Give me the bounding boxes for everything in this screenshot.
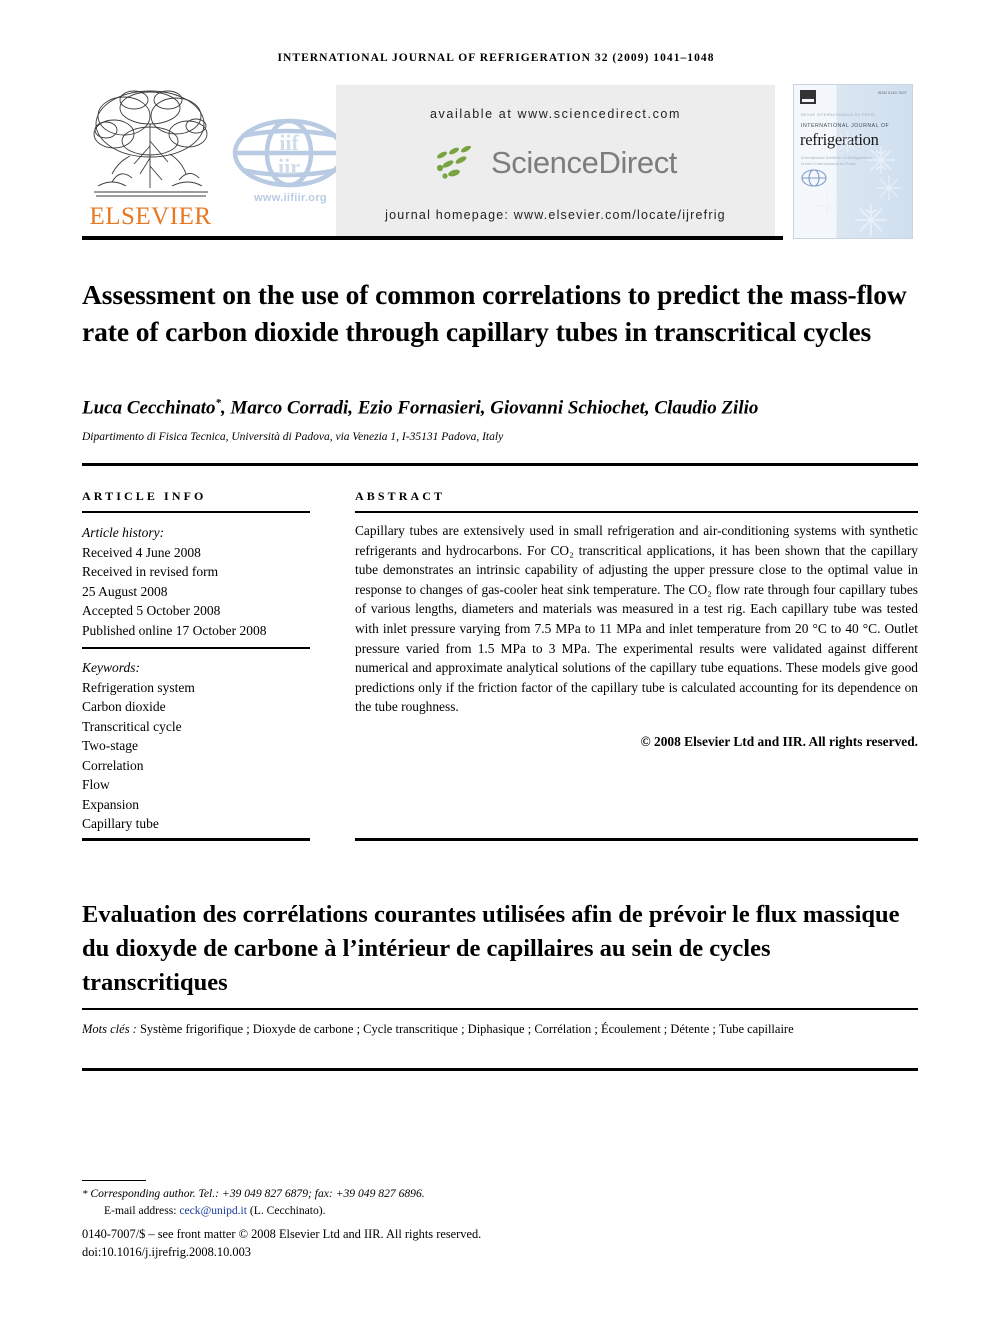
author-list: Luca Cecchinato*, Marco Corradi, Ezio Fo… — [82, 397, 918, 419]
other-authors: , Marco Corradi, Ezio Fornasieri, Giovan… — [221, 397, 759, 419]
elsevier-logo: ELSEVIER — [82, 86, 222, 238]
doi-line[interactable]: doi:10.1016/j.ijrefrig.2008.10.003 — [82, 1244, 782, 1262]
french-keywords-label: Mots clés : — [82, 1022, 140, 1036]
rule-under-authors — [82, 463, 918, 466]
abstract-body: Capillary tubes are extensively used in … — [355, 523, 918, 715]
rule-below-french-keywords — [82, 1068, 918, 1071]
keyword-item: Correlation — [82, 757, 144, 773]
corresponding-author-note: * Corresponding author. Tel.: +39 049 82… — [82, 1186, 682, 1203]
svg-text:iif: iif — [279, 130, 299, 155]
journal-cover-thumbnail: ISSN 0140-7007 REVUE INTERNATIONALE DU F… — [793, 84, 913, 239]
keyword-item: Two-stage — [82, 738, 139, 753]
history-item: Received in revised form — [82, 564, 219, 579]
cover-supertitle: INTERNATIONAL JOURNAL OF — [801, 123, 890, 129]
iifiir-logo: iif iir www.iifiir.org — [232, 114, 352, 219]
rule-under-keywords — [82, 838, 310, 841]
cover-elsevier-icon — [800, 90, 816, 104]
available-at-text: available at www.sciencedirect.com — [429, 107, 681, 121]
article-info-heading: ARTICLE INFO — [82, 489, 207, 503]
iifiir-url[interactable]: www.iifiir.org — [232, 192, 349, 204]
snowflake-icon — [876, 175, 902, 201]
keywords-label: Keywords: — [82, 660, 140, 675]
snowflake-icon — [867, 146, 895, 174]
history-item: Received 4 June 2008 — [82, 544, 201, 560]
rule-above-french-keywords — [82, 1008, 918, 1010]
cover-institute-lines: International Institute of Refrigeration… — [801, 156, 872, 166]
email-label: E-mail address: — [104, 1203, 180, 1217]
cover-issn: ISSN 0140-7007 — [877, 91, 907, 95]
email-line: E-mail address: ceck@unipd.it (L. Cecchi… — [82, 1203, 682, 1220]
footnote-marker: * — [82, 1188, 88, 1200]
corresponding-author-text: Corresponding author. Tel.: +39 049 827 … — [90, 1187, 425, 1200]
rule-abstract-heading — [355, 511, 918, 514]
front-matter-block: 0140-7007/$ – see front matter © 2008 El… — [82, 1226, 782, 1261]
svg-text:iir: iir — [278, 154, 300, 179]
snowflake-icon — [814, 193, 840, 219]
footnote-block: * Corresponding author. Tel.: +39 049 82… — [82, 1186, 682, 1219]
corresponding-author-name: Luca Cecchinato — [82, 397, 216, 419]
article-history: Article history: Received 4 June 2008 Re… — [82, 523, 322, 640]
history-item: 25 August 2008 — [82, 583, 168, 599]
rule-under-history — [82, 647, 310, 649]
history-item: Published online 17 October 2008 — [82, 622, 267, 638]
history-item: Accepted 5 October 2008 — [82, 603, 221, 618]
sciencedirect-logo: ScienceDirect — [336, 140, 775, 186]
page-title: Assessment on the use of common correlat… — [82, 279, 907, 348]
keyword-item: Capillary tube — [82, 816, 159, 831]
masthead-rule — [82, 236, 783, 240]
email-link[interactable]: ceck@unipd.it — [179, 1204, 247, 1217]
keywords-list: Keywords: Refrigeration system Carbon di… — [82, 658, 322, 834]
rule-article-info-heading — [82, 511, 310, 514]
elsevier-tree-icon — [93, 90, 208, 197]
sciencedirect-banner: available at www.sciencedirect.com Scien… — [336, 85, 775, 238]
snowflake-icon — [836, 131, 858, 153]
article-history-label: Article history: — [82, 525, 165, 540]
keyword-item: Refrigeration system — [82, 679, 195, 695]
cover-french-supertitle: REVUE INTERNATIONALE DU FROID — [801, 113, 876, 117]
french-keywords-values: Système frigorifique ; Dioxyde de carbon… — [139, 1022, 794, 1036]
sciencedirect-wordmark: ScienceDirect — [490, 145, 678, 180]
elsevier-wordmark: ELSEVIER — [89, 203, 212, 230]
keyword-item: Flow — [82, 777, 110, 792]
footnote-rule — [82, 1180, 146, 1182]
affiliation: Dipartimento di Fisica Tecnica, Universi… — [82, 431, 504, 443]
front-matter-line: 0140-7007/$ – see front matter © 2008 El… — [82, 1227, 482, 1241]
journal-article-first-page: International Journal of Refrigeration 3… — [0, 0, 992, 1323]
sciencedirect-leaves-icon — [436, 146, 471, 179]
keyword-item: Carbon dioxide — [82, 699, 166, 714]
rule-under-abstract — [355, 838, 918, 841]
snowflake-icon — [855, 204, 887, 236]
journal-homepage-text[interactable]: journal homepage: www.elsevier.com/locat… — [336, 208, 775, 222]
masthead: ELSEVIER iif iir www.iifiir.org availabl… — [82, 84, 912, 240]
keyword-item: Expansion — [82, 796, 139, 812]
globe-icon: iif iir — [232, 118, 346, 188]
email-suffix: (L. Cecchinato). — [247, 1203, 326, 1217]
abstract-copyright: © 2008 Elsevier Ltd and IIR. All rights … — [640, 734, 918, 749]
keyword-item: Transcritical cycle — [82, 718, 182, 734]
french-keywords: Mots clés : Système frigorifique ; Dioxy… — [82, 1020, 918, 1039]
french-title: Evaluation des corrélations courantes ut… — [82, 901, 900, 997]
running-head: International Journal of Refrigeration 3… — [277, 52, 715, 64]
cover-globe-icon — [801, 169, 827, 187]
abstract-heading: ABSTRACT — [355, 489, 446, 503]
